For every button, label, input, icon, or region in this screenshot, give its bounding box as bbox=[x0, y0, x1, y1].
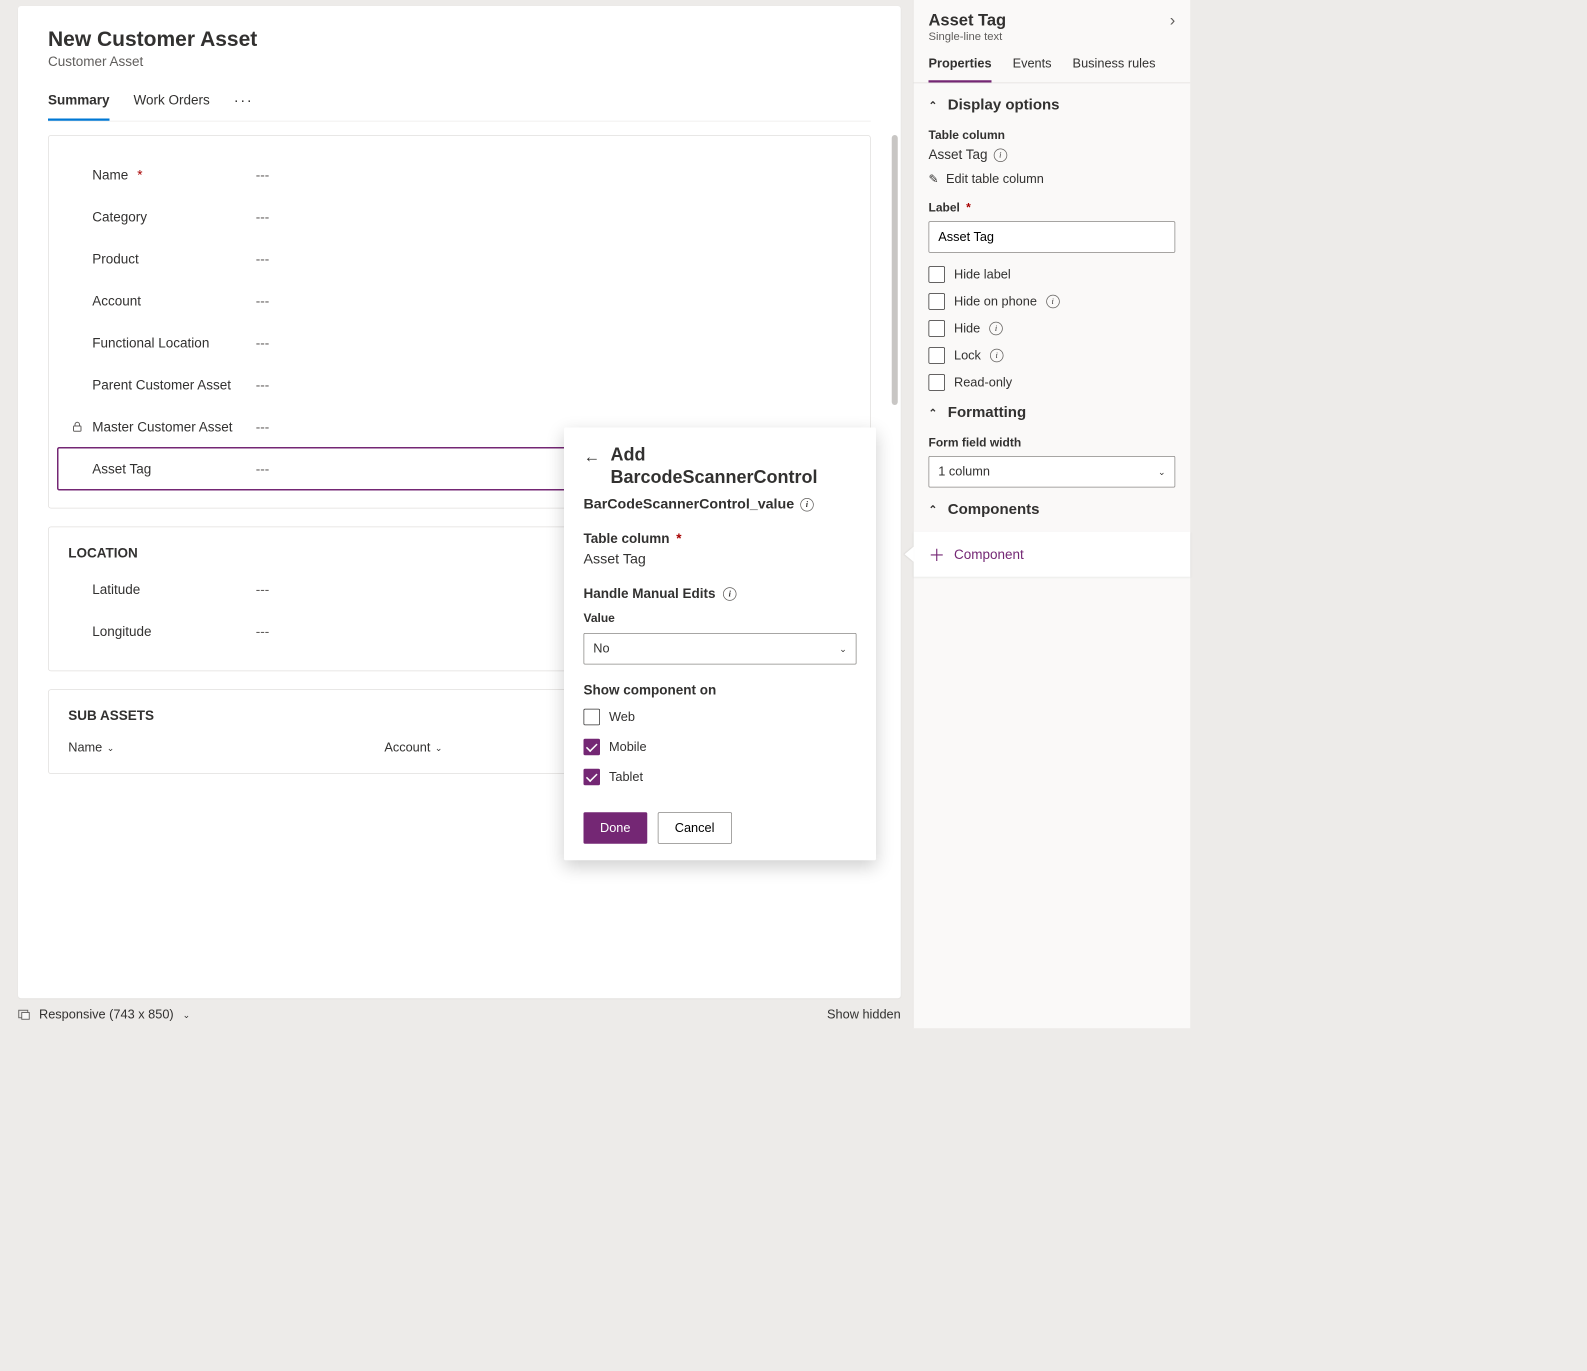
info-icon[interactable]: i bbox=[800, 498, 814, 512]
field-name[interactable]: Name*--- bbox=[68, 154, 850, 196]
show-on-mobile[interactable]: Mobile bbox=[584, 739, 857, 756]
field-account[interactable]: Account--- bbox=[68, 280, 850, 322]
tab-work-orders[interactable]: Work Orders bbox=[134, 88, 210, 121]
add-component-popover: ← Add BarcodeScannerControl BarCodeScann… bbox=[564, 428, 876, 861]
popover-subtitle: BarCodeScannerControl_value bbox=[584, 497, 795, 514]
scrollbar[interactable] bbox=[890, 135, 898, 998]
popover-table-column-value: Asset Tag bbox=[584, 551, 857, 568]
popover-title: BarcodeScannerControl bbox=[611, 467, 818, 487]
field-functional-location[interactable]: Functional Location--- bbox=[68, 322, 850, 364]
form-subtitle: Customer Asset bbox=[48, 54, 871, 70]
info-icon[interactable]: i bbox=[994, 148, 1008, 162]
label-field-label: Label bbox=[929, 202, 960, 215]
form-tabs: Summary Work Orders ··· bbox=[48, 88, 871, 122]
handle-manual-edits-label: Handle Manual Edits bbox=[584, 586, 716, 602]
check-lock[interactable]: Locki bbox=[929, 347, 1176, 364]
section-formatting[interactable]: ⌃ Formatting bbox=[929, 404, 1176, 421]
pencil-icon: ✎ bbox=[929, 172, 939, 187]
value-label: Value bbox=[584, 612, 857, 626]
status-bar: Responsive (743 x 850) ⌄ Show hidden bbox=[18, 998, 901, 1028]
info-icon[interactable]: i bbox=[1046, 295, 1060, 309]
field-product[interactable]: Product--- bbox=[68, 238, 850, 280]
responsive-label[interactable]: Responsive (743 x 850) bbox=[39, 1007, 174, 1022]
chevron-down-icon: ⌄ bbox=[435, 743, 443, 754]
label-input[interactable] bbox=[929, 221, 1176, 253]
side-tab-events[interactable]: Events bbox=[1013, 50, 1052, 82]
form-title: New Customer Asset bbox=[48, 27, 871, 51]
side-tab-properties[interactable]: Properties bbox=[929, 50, 992, 82]
side-title: Asset Tag bbox=[929, 11, 1170, 31]
chevron-down-icon: ⌄ bbox=[1158, 467, 1166, 478]
info-icon[interactable]: i bbox=[990, 349, 1004, 363]
property-panel: Asset Tag Single-line text › Properties … bbox=[913, 0, 1191, 1028]
table-column-label: Table column bbox=[929, 129, 1176, 143]
field-category[interactable]: Category--- bbox=[68, 196, 850, 238]
show-on-tablet[interactable]: Tablet bbox=[584, 769, 857, 786]
popover-table-column-label: Table column bbox=[584, 531, 670, 546]
plus-icon: ＋ bbox=[929, 542, 946, 566]
value-select[interactable]: No ⌄ bbox=[584, 633, 857, 665]
chevron-down-icon: ⌄ bbox=[839, 644, 847, 655]
info-icon[interactable]: i bbox=[989, 322, 1003, 336]
back-arrow-icon[interactable]: ← bbox=[584, 447, 601, 467]
chevron-down-icon[interactable]: ⌄ bbox=[183, 1010, 191, 1021]
lock-icon bbox=[71, 421, 83, 433]
popover-add-prefix: Add bbox=[611, 445, 646, 465]
collapse-panel-icon[interactable]: › bbox=[1170, 11, 1175, 31]
device-icon bbox=[18, 1009, 30, 1021]
section-components[interactable]: ⌃ Components bbox=[929, 501, 1176, 518]
col-name[interactable]: Name⌄ bbox=[68, 740, 114, 755]
check-hide[interactable]: Hidei bbox=[929, 320, 1176, 337]
show-on-web[interactable]: Web bbox=[584, 709, 857, 726]
done-button[interactable]: Done bbox=[584, 812, 647, 844]
add-component-button[interactable]: ＋ Component bbox=[914, 532, 1191, 577]
chevron-up-icon: ⌃ bbox=[929, 99, 938, 112]
info-icon[interactable]: i bbox=[723, 587, 737, 601]
table-column-value: Asset Tag bbox=[929, 147, 988, 163]
cancel-button[interactable]: Cancel bbox=[657, 812, 731, 844]
form-field-width-label: Form field width bbox=[929, 437, 1176, 451]
section-display-options[interactable]: ⌃ Display options bbox=[929, 97, 1176, 114]
show-hidden-toggle[interactable]: Show hidden bbox=[827, 1007, 901, 1022]
check-hide-on-phone[interactable]: Hide on phonei bbox=[929, 293, 1176, 310]
tab-more-icon[interactable]: ··· bbox=[234, 92, 253, 117]
field-parent-customer-asset[interactable]: Parent Customer Asset--- bbox=[68, 364, 850, 406]
col-account[interactable]: Account⌄ bbox=[384, 740, 442, 755]
check-hide-label[interactable]: Hide label bbox=[929, 266, 1176, 283]
chevron-down-icon: ⌄ bbox=[107, 743, 115, 754]
side-tab-business-rules[interactable]: Business rules bbox=[1073, 50, 1156, 82]
show-component-on-label: Show component on bbox=[584, 683, 857, 699]
tab-summary[interactable]: Summary bbox=[48, 88, 110, 121]
chevron-up-icon: ⌃ bbox=[929, 503, 938, 516]
edit-table-column-link[interactable]: ✎ Edit table column bbox=[929, 172, 1176, 187]
check-read-only[interactable]: Read-only bbox=[929, 374, 1176, 391]
chevron-up-icon: ⌃ bbox=[929, 407, 938, 420]
side-type: Single-line text bbox=[929, 30, 1170, 43]
form-field-width-select[interactable]: 1 column ⌄ bbox=[929, 456, 1176, 488]
